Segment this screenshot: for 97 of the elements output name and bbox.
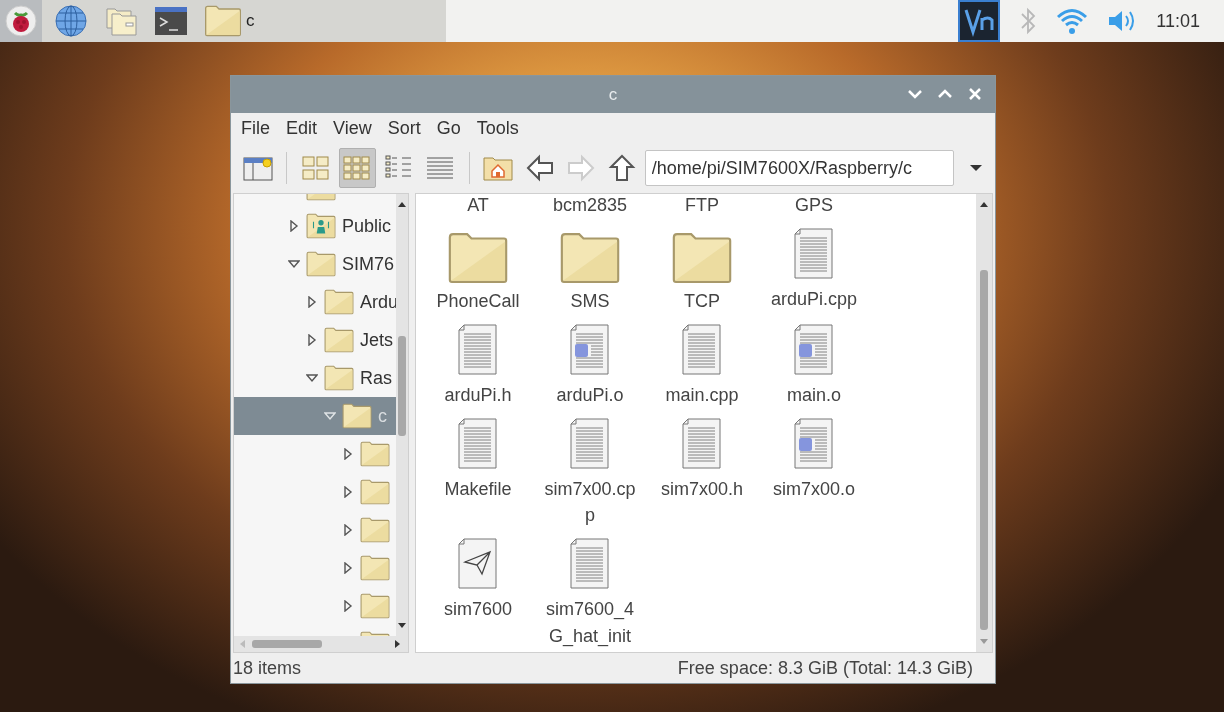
icon-view-entry[interactable]: TCP <box>653 224 751 315</box>
folder-icon <box>324 327 354 353</box>
menu-item[interactable]: Tools <box>468 114 527 142</box>
binary-file-icon <box>570 324 610 377</box>
folder-icon <box>324 289 354 315</box>
expander-icon[interactable] <box>306 372 318 384</box>
paper-plane-file-icon <box>458 538 498 591</box>
folder-icon <box>360 517 390 543</box>
scroll-down-icon[interactable] <box>397 622 407 630</box>
expander-icon[interactable] <box>342 562 354 574</box>
scroll-left-icon[interactable] <box>238 639 246 649</box>
tree-item[interactable]: SIM76 <box>234 245 396 283</box>
scroll-up-icon[interactable] <box>979 200 989 208</box>
back-arrow-icon <box>524 153 555 183</box>
tree-item[interactable]: Ardu <box>234 283 396 321</box>
icon-view-entry[interactable]: main.o <box>765 320 863 409</box>
caret-icon <box>969 163 984 173</box>
icon-view-entry[interactable]: sim7600_4G_hat_init <box>541 534 639 649</box>
folder-icon <box>342 403 372 429</box>
icon-view-entry[interactable]: SMS <box>541 224 639 315</box>
launcher-button[interactable] <box>0 0 42 42</box>
tree-item[interactable]: Ras <box>234 359 396 397</box>
expander-icon[interactable] <box>306 296 318 308</box>
item-count: 18 items <box>233 656 302 680</box>
text-file-icon <box>682 324 722 377</box>
menu-item[interactable]: Go <box>428 114 469 142</box>
binary-file-icon <box>794 324 834 377</box>
text-file-icon <box>794 228 834 281</box>
horizontal-scrollbar[interactable] <box>234 636 408 652</box>
scrollbar-thumb[interactable] <box>398 336 406 436</box>
clock: 11:01 <box>1156 9 1200 33</box>
view-mode-button[interactable] <box>338 148 376 188</box>
icon-view-entry[interactable]: arduPi.cpp <box>765 224 863 315</box>
text-file-icon <box>570 538 610 591</box>
folder-icon <box>306 251 336 277</box>
folder-icon <box>324 365 354 391</box>
menu-item[interactable]: Sort <box>379 114 429 142</box>
binary-file-icon <box>794 418 834 471</box>
icon-view-entry[interactable]: AT <box>429 194 527 219</box>
folder-icon <box>360 555 390 581</box>
icon-view-entry[interactable]: sim7x00.o <box>765 414 863 529</box>
icon-view-entry[interactable]: main.cpp <box>653 320 751 409</box>
icon-view-entry[interactable]: GPS <box>765 194 863 219</box>
forward-arrow-icon <box>565 153 596 183</box>
window-icon <box>242 155 273 181</box>
wifi-icon[interactable] <box>1056 6 1089 36</box>
menu-item[interactable]: Edit <box>278 114 326 142</box>
folder-icon <box>559 232 621 285</box>
scroll-right-icon[interactable] <box>394 639 402 649</box>
folder-icon <box>447 232 509 285</box>
icon-view-entry[interactable]: sim7x00.cpp <box>541 414 639 529</box>
icon-view-entry[interactable]: sim7x00.h <box>653 414 751 529</box>
text-file-icon <box>570 418 610 471</box>
path-field[interactable]: /home/pi/SIM7600X/Raspberry/c <box>644 150 954 186</box>
expander-icon[interactable] <box>288 220 300 232</box>
icon-view-entry[interactable]: bcm2835 <box>541 194 639 219</box>
expander-icon[interactable] <box>288 258 300 270</box>
large-icons-icon <box>300 154 331 182</box>
scroll-up-icon[interactable] <box>397 200 407 208</box>
expander-icon[interactable] <box>306 334 318 346</box>
terminal-icon <box>154 4 188 38</box>
icon-view-entry[interactable]: FTP <box>653 194 751 219</box>
scrollbar-thumb[interactable] <box>252 640 322 648</box>
remote-desktop-icon[interactable] <box>958 0 1001 42</box>
task-button[interactable]: c <box>200 0 259 42</box>
folder-icon <box>360 479 390 505</box>
raspberry-icon <box>4 4 38 38</box>
icon-view-entry[interactable]: sim7600 <box>429 534 527 649</box>
expander-icon[interactable] <box>342 524 354 536</box>
folder-icon <box>671 232 733 285</box>
expander-icon[interactable] <box>342 600 354 612</box>
free-space-text: Free space: 8.3 GiB (Total: 14.3 GiB) <box>677 656 973 680</box>
up-arrow-icon <box>607 153 638 183</box>
tree-item[interactable]: Public <box>234 207 396 245</box>
text-file-icon <box>682 418 722 471</box>
vertical-scrollbar[interactable] <box>396 194 408 636</box>
folder-icon <box>204 5 242 37</box>
folder-icon <box>360 441 390 467</box>
icon-view-entry[interactable]: arduPi.h <box>429 320 527 409</box>
shared-folder-icon <box>306 213 336 239</box>
icon-view-entry[interactable]: PhoneCall <box>429 224 527 315</box>
text-file-icon <box>458 324 498 377</box>
scrollbar-thumb[interactable] <box>980 270 988 630</box>
menu-item[interactable]: View <box>325 114 380 142</box>
menu-item[interactable]: File <box>233 114 278 142</box>
expander-icon[interactable] <box>342 486 354 498</box>
window-title: c <box>608 83 618 106</box>
icon-grid-icon <box>342 154 373 182</box>
detailed-list-icon <box>425 154 455 182</box>
expander-icon[interactable] <box>342 448 354 460</box>
vertical-scrollbar[interactable] <box>976 194 992 652</box>
folder-icon <box>360 593 390 619</box>
tree-item[interactable]: Jets <box>234 321 396 359</box>
globe-icon <box>54 4 88 38</box>
icon-view-entry[interactable]: arduPi.o <box>541 320 639 409</box>
icon-view-entry[interactable]: Makefile <box>429 414 527 529</box>
text-file-icon <box>458 418 498 471</box>
